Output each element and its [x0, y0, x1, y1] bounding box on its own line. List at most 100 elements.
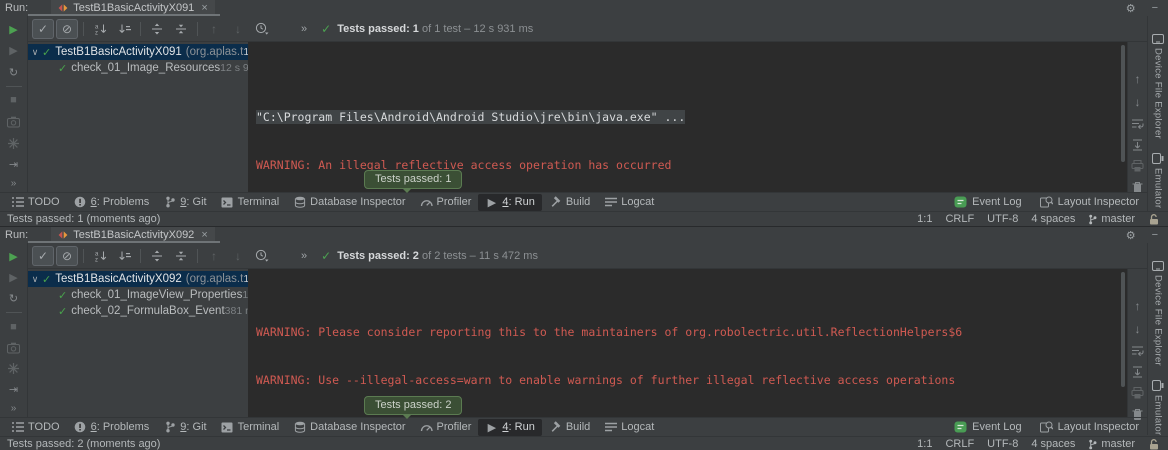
scrollbar-thumb[interactable]	[1121, 45, 1125, 162]
show-passed-toggle[interactable]: ✓	[32, 246, 54, 266]
scroll-to-end-button[interactable]	[1131, 366, 1145, 378]
close-icon[interactable]: ×	[201, 229, 207, 241]
toolbar-item-database-inspector[interactable]: Database Inspector	[286, 194, 412, 211]
test-history-button[interactable]	[251, 19, 273, 39]
scrollbar-thumb[interactable]	[1121, 272, 1125, 387]
toolbar-item-run[interactable]: ▶ 4: Run	[478, 419, 541, 436]
toolbar-item-todo[interactable]: TODO	[4, 419, 67, 436]
indent-selector[interactable]: 4 spaces	[1031, 438, 1075, 450]
dock-button-emulator[interactable]: Emulator	[1152, 153, 1164, 208]
test-tree-row[interactable]: ✓ check_02_FormulaBox_Event 381 ms	[28, 303, 248, 319]
show-ignored-toggle[interactable]: ⊘	[56, 19, 78, 39]
soft-wrap-button[interactable]	[1131, 118, 1145, 130]
write-access-lock-icon[interactable]	[1148, 214, 1159, 225]
sort-by-duration-button[interactable]	[113, 19, 135, 39]
toolbar-overflow-chevron[interactable]: »	[301, 23, 307, 35]
profile-tests-button[interactable]	[6, 135, 22, 150]
toolbar-item-profiler[interactable]: Profiler	[413, 194, 479, 211]
toolbar-item-logcat[interactable]: Logcat	[597, 419, 661, 436]
show-passed-toggle[interactable]: ✓	[32, 19, 54, 39]
layout-inspector-button[interactable]: Layout Inspector	[1040, 196, 1139, 208]
toolbar-item-profiler[interactable]: Profiler	[413, 419, 479, 436]
dock-button-emulator[interactable]: Emulator	[1152, 380, 1164, 435]
scroll-to-end-button[interactable]	[1131, 139, 1145, 151]
collapse-all-button[interactable]	[170, 19, 192, 39]
rerun-tests-button[interactable]: ▶	[6, 22, 22, 37]
toolbar-item-run[interactable]: ▶ 4: Run	[478, 194, 541, 211]
down-stack-trace-button[interactable]: ↓	[1131, 322, 1145, 336]
console-scrollbar[interactable]	[1120, 269, 1127, 417]
toolbar-item-terminal[interactable]: Terminal	[214, 419, 287, 436]
toolbar-item-problems[interactable]: 6: Problems	[67, 194, 157, 211]
write-access-lock-icon[interactable]	[1148, 439, 1159, 450]
toolbar-item-problems[interactable]: 6: Problems	[67, 419, 157, 436]
thread-dump-button[interactable]	[6, 340, 22, 355]
previous-occurrence-button[interactable]: ↑	[203, 19, 225, 39]
toolbar-overflow-chevron[interactable]: »	[301, 250, 307, 262]
next-occurrence-button[interactable]: ↓	[227, 19, 249, 39]
git-branch-widget[interactable]: master	[1088, 438, 1135, 450]
line-ending-selector[interactable]: CRLF	[945, 438, 974, 450]
caret-position[interactable]: 1:1	[917, 213, 932, 225]
indent-selector[interactable]: 4 spaces	[1031, 213, 1075, 225]
test-tree-root-row[interactable]: ∨ ✓ TestB1BasicActivityX092 (org.aplas.t…	[28, 271, 248, 287]
print-button[interactable]	[1131, 160, 1145, 172]
toolbar-item-build[interactable]: Build	[542, 194, 597, 211]
thread-dump-button[interactable]	[6, 114, 22, 129]
more-options-chevron[interactable]: »	[11, 403, 17, 414]
toolbar-item-todo[interactable]: TODO	[4, 194, 67, 211]
test-tree-row[interactable]: ✓ check_01_ImageView_Properties 11 s 91 …	[28, 287, 248, 303]
git-branch-widget[interactable]: master	[1088, 213, 1135, 225]
restore-layout-button[interactable]: ⇥	[6, 382, 22, 397]
print-button[interactable]	[1131, 387, 1145, 399]
event-log-button[interactable]: Event Log	[954, 196, 1022, 208]
toolbar-item-database-inspector[interactable]: Database Inspector	[286, 419, 412, 436]
collapse-all-button[interactable]	[170, 246, 192, 266]
test-tree-root-row[interactable]: ∨ ✓ TestB1BasicActivityX091 (org.aplas.t…	[28, 44, 248, 60]
gear-icon[interactable]: ⚙	[1126, 2, 1136, 15]
toolbar-item-logcat[interactable]: Logcat	[597, 194, 661, 211]
line-ending-selector[interactable]: CRLF	[945, 213, 974, 225]
next-occurrence-button[interactable]: ↓	[227, 246, 249, 266]
caret-position[interactable]: 1:1	[917, 438, 932, 450]
toggle-auto-test-button[interactable]: ↻	[6, 291, 22, 306]
console-scrollbar[interactable]	[1120, 42, 1127, 192]
close-icon[interactable]: ×	[201, 2, 207, 14]
toggle-auto-test-button[interactable]: ↻	[6, 65, 22, 80]
show-ignored-toggle[interactable]: ⊘	[56, 246, 78, 266]
restore-layout-button[interactable]: ⇥	[6, 157, 22, 172]
chevron-down-icon[interactable]: ∨	[28, 274, 42, 285]
up-stack-trace-button[interactable]: ↑	[1131, 299, 1145, 313]
rerun-failed-tests-button[interactable]: ▶	[6, 43, 22, 58]
toolbar-item-git[interactable]: 9: Git	[156, 194, 213, 211]
soft-wrap-button[interactable]	[1131, 345, 1145, 357]
test-tree-row[interactable]: ✓ check_01_Image_Resources 12 s 931 ms	[28, 60, 248, 76]
down-stack-trace-button[interactable]: ↓	[1131, 95, 1145, 109]
expand-all-button[interactable]	[146, 19, 168, 39]
encoding-selector[interactable]: UTF-8	[987, 213, 1018, 225]
sort-by-duration-button[interactable]	[113, 246, 135, 266]
encoding-selector[interactable]: UTF-8	[987, 438, 1018, 450]
toolbar-item-build[interactable]: Build	[542, 419, 597, 436]
expand-all-button[interactable]	[146, 246, 168, 266]
hide-window-icon[interactable]: −	[1152, 2, 1158, 14]
toolbar-item-git[interactable]: 9: Git	[156, 419, 213, 436]
rerun-failed-tests-button[interactable]: ▶	[6, 270, 22, 285]
profile-tests-button[interactable]	[6, 361, 22, 376]
hide-window-icon[interactable]: −	[1152, 229, 1158, 241]
gear-icon[interactable]: ⚙	[1126, 229, 1136, 242]
layout-inspector-button[interactable]: Layout Inspector	[1040, 421, 1139, 433]
dock-button-device-file-explorer[interactable]: Device File Explorer	[1152, 34, 1164, 139]
sort-alphabetically-button[interactable]: az	[89, 19, 111, 39]
chevron-down-icon[interactable]: ∨	[28, 47, 42, 58]
up-stack-trace-button[interactable]: ↑	[1131, 72, 1145, 86]
previous-occurrence-button[interactable]: ↑	[203, 246, 225, 266]
rerun-tests-button[interactable]: ▶	[6, 249, 22, 264]
more-options-chevron[interactable]: »	[11, 178, 17, 189]
stop-button[interactable]: ■	[6, 319, 22, 334]
event-log-button[interactable]: Event Log	[954, 421, 1022, 433]
stop-button[interactable]: ■	[6, 93, 22, 108]
test-history-button[interactable]	[251, 246, 273, 266]
sort-alphabetically-button[interactable]: az	[89, 246, 111, 266]
dock-button-device-file-explorer[interactable]: Device File Explorer	[1152, 261, 1164, 366]
